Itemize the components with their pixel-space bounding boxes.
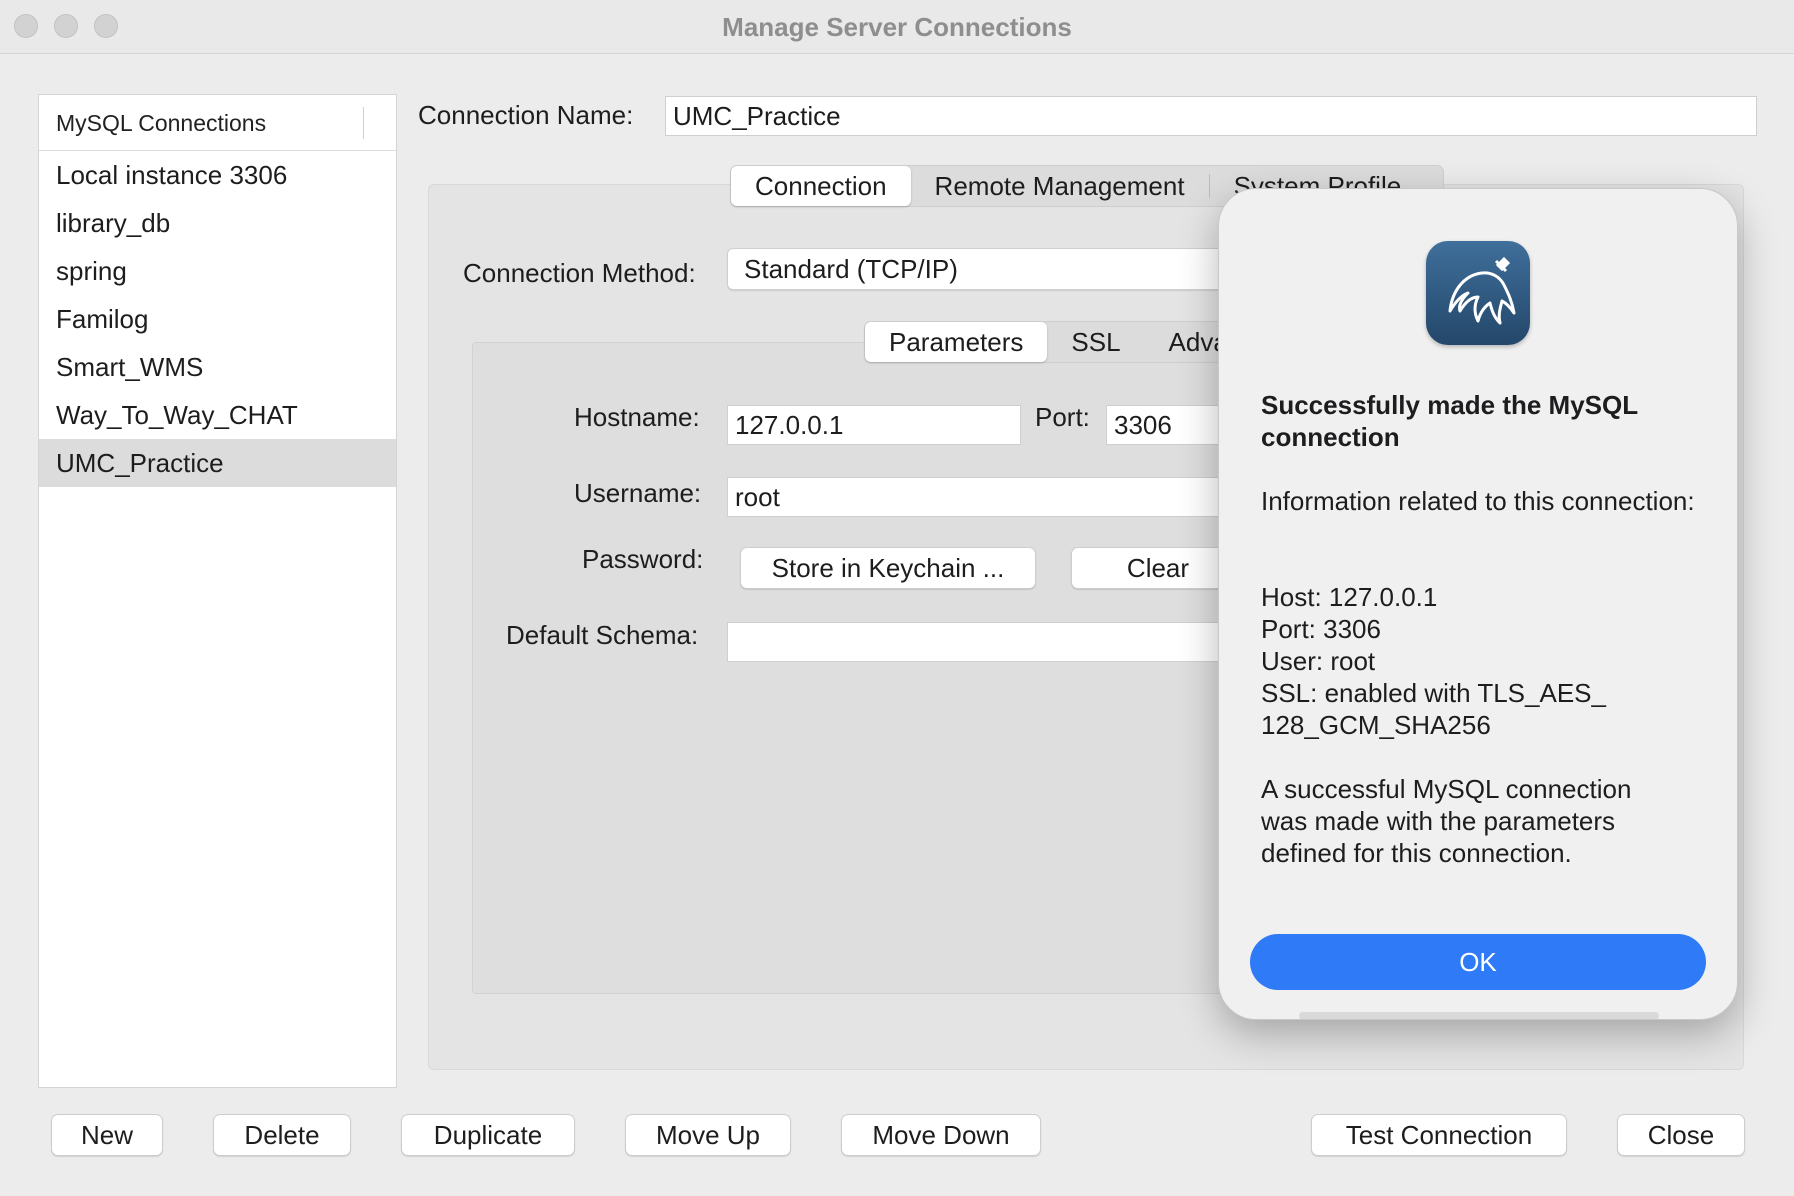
sidebar-item-familog[interactable]: Familog	[39, 295, 396, 343]
hostname-label: Hostname:	[574, 402, 700, 432]
move-down-button[interactable]: Move Down	[841, 1114, 1041, 1156]
password-label: Password:	[582, 544, 704, 574]
username-label: Username:	[574, 478, 702, 508]
hostname-input[interactable]: 127.0.0.1	[727, 405, 1021, 445]
dialog-message: A successful MySQL connection was made w…	[1261, 774, 1632, 868]
default-schema-label: Default Schema:	[506, 620, 699, 650]
port-label: Port:	[1035, 402, 1090, 432]
column-divider[interactable]	[363, 107, 364, 139]
dialog-scroll-indicator	[1299, 1012, 1659, 1019]
dialog-host: Host: 127.0.0.1	[1261, 582, 1438, 612]
dialog-title: Successfully made the MySQL connection	[1261, 390, 1638, 452]
window-title: Manage Server Connections	[722, 12, 1072, 42]
username-input[interactable]: root	[727, 477, 1257, 517]
test-connection-button[interactable]: Test Connection	[1311, 1114, 1567, 1156]
move-up-button[interactable]: Move Up	[625, 1114, 791, 1156]
dialog-intro: Information related to this connection:	[1261, 486, 1695, 516]
connection-name-label: Connection Name:	[418, 100, 634, 130]
tab-connection[interactable]: Connection	[731, 166, 911, 206]
connection-method-select[interactable]: Standard (TCP/IP)	[727, 248, 1247, 290]
new-button[interactable]: New	[51, 1114, 163, 1156]
sidebar-item-smart-wms[interactable]: Smart_WMS	[39, 343, 396, 391]
dialog-user: User: root	[1261, 646, 1376, 676]
tab-parameters[interactable]: Parameters	[865, 322, 1048, 362]
sidebar-item-library-db[interactable]: library_db	[39, 199, 396, 247]
ok-button[interactable]: OK	[1250, 934, 1706, 990]
manage-server-connections-window: Manage Server Connections MySQL Connecti…	[0, 0, 1794, 1196]
connection-method-label: Connection Method:	[463, 258, 696, 288]
sidebar-item-umc-practice[interactable]: UMC_Practice	[39, 439, 396, 487]
tab-ssl[interactable]: SSL	[1047, 322, 1144, 362]
connections-sidebar: MySQL Connections Local instance 3306 li…	[38, 94, 397, 1088]
dialog-ssl: SSL: enabled with TLS_AES_ 128_GCM_SHA25…	[1261, 678, 1606, 740]
sidebar-item-spring[interactable]: spring	[39, 247, 396, 295]
sidebar-header-label: MySQL Connections	[56, 110, 267, 136]
parameter-tabs: Parameters SSL Adva	[864, 321, 1244, 363]
duplicate-button[interactable]: Duplicate	[401, 1114, 575, 1156]
sidebar-item-way-to-way-chat[interactable]: Way_To_Way_CHAT	[39, 391, 396, 439]
dialog-port: Port: 3306	[1261, 614, 1381, 644]
connection-name-input[interactable]: UMC_Practice	[665, 96, 1757, 136]
close-button[interactable]: Close	[1617, 1114, 1745, 1156]
default-schema-input[interactable]	[727, 622, 1257, 662]
mysql-dolphin-icon	[1426, 241, 1530, 345]
sidebar-header: MySQL Connections	[39, 95, 396, 151]
title-bar: Manage Server Connections	[0, 0, 1794, 54]
sidebar-item-local-instance-3306[interactable]: Local instance 3306	[39, 151, 396, 199]
delete-button[interactable]: Delete	[213, 1114, 351, 1156]
tab-remote-management[interactable]: Remote Management	[911, 166, 1209, 206]
connection-success-dialog: Successfully made the MySQL connection I…	[1218, 188, 1738, 1020]
store-in-keychain-button[interactable]: Store in Keychain ...	[740, 547, 1036, 589]
